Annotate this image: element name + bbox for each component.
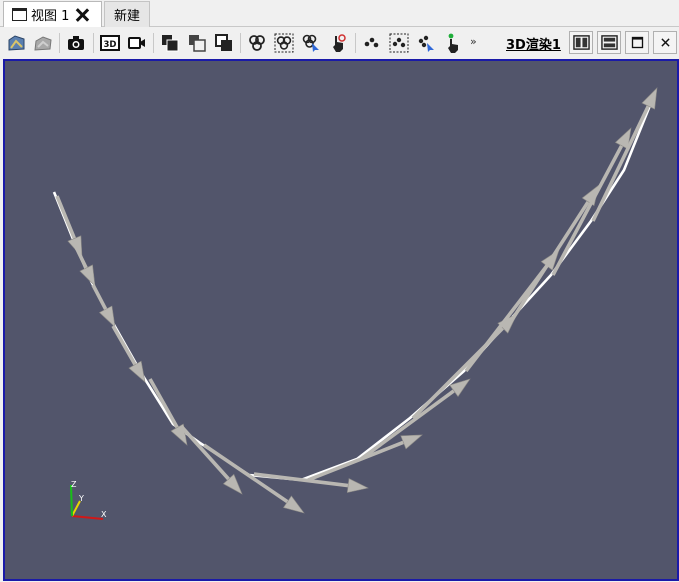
- toggle-3d-button[interactable]: 3D: [98, 31, 122, 55]
- 3d-toggle-icon: 3D: [100, 35, 120, 51]
- split-vertical-button[interactable]: [597, 31, 621, 54]
- select-cells-on-button[interactable]: [245, 31, 269, 55]
- view-name-label[interactable]: 3D渲染1: [506, 34, 561, 53]
- select-cells-polygon-icon: [302, 34, 319, 52]
- glyph-arrow: [411, 313, 518, 420]
- y-axis-line: [71, 500, 81, 517]
- select-cells-frustum-button[interactable]: [272, 31, 296, 55]
- y-axis-label: Y: [78, 494, 84, 503]
- glyph-arrow: [73, 244, 96, 287]
- glyph-arrow: [148, 378, 188, 446]
- view-tab-bar: 视图 1 新建: [0, 0, 679, 27]
- glyph-arrow: [91, 284, 116, 328]
- video-camera-icon: [128, 37, 145, 49]
- window-icon: [12, 8, 27, 21]
- glyph-arrow: [551, 127, 632, 276]
- reset-camera-icon: [8, 35, 25, 51]
- reset-camera-button[interactable]: [5, 31, 29, 55]
- split-vertical-icon: [600, 35, 618, 50]
- glyph-arrow: [508, 184, 600, 324]
- tab-new-label: 新建: [113, 9, 140, 24]
- select-points-frustum-button[interactable]: [387, 31, 411, 55]
- select-cells-frustum-icon: [274, 33, 294, 53]
- select-cells-icon: [249, 35, 265, 51]
- hand-point-icon: [448, 33, 458, 53]
- tab-new[interactable]: 新建: [104, 1, 150, 27]
- redo-camera-button[interactable]: [31, 31, 55, 55]
- render-view-3d[interactable]: X Y Z: [3, 59, 679, 581]
- screenshot-button[interactable]: [64, 31, 88, 55]
- overlap-squares-icon: [162, 35, 179, 52]
- orientation-axes: X Y Z: [70, 480, 107, 520]
- select-cells-polygon-button[interactable]: [299, 31, 323, 55]
- hand-pointer-icon: [333, 34, 346, 52]
- camera-icon: [68, 36, 84, 50]
- maximize-icon: [631, 36, 643, 49]
- close-tab-icon[interactable]: [75, 8, 89, 22]
- streamline-curve: [52, 92, 657, 482]
- select-points-polygon-icon: [418, 35, 434, 52]
- split-horizontal-icon: [572, 35, 590, 50]
- paraview-view-frame: 视图 1 新建 3D » 3D渲染1 X Y Z: [0, 0, 679, 582]
- select-points-on-button[interactable]: [360, 31, 384, 55]
- svg-text:3D: 3D: [104, 40, 117, 50]
- view-toolbar: 3D » 3D渲染1: [0, 28, 679, 58]
- x-axis-line: [71, 515, 104, 520]
- close-icon: [660, 38, 670, 47]
- hide-selection-button[interactable]: [212, 31, 236, 55]
- tab-view-1-label: 视图 1: [31, 9, 70, 24]
- redo-camera-icon: [34, 36, 52, 51]
- maximize-button[interactable]: [625, 31, 649, 54]
- render-scene: X Y Z: [52, 87, 658, 520]
- glyph-arrow: [179, 424, 243, 495]
- hover-cells-button[interactable]: [326, 31, 350, 55]
- show-selection-button[interactable]: [158, 31, 182, 55]
- interactive-select-button[interactable]: [185, 31, 209, 55]
- toolbar-overflow-icon[interactable]: »: [470, 35, 477, 48]
- tab-view-1[interactable]: 视图 1: [3, 1, 102, 27]
- hover-points-button[interactable]: [441, 31, 465, 55]
- z-axis-line: [70, 484, 73, 517]
- glyph-arrow: [591, 87, 658, 222]
- glyph-arrow: [359, 378, 471, 461]
- z-axis-label: Z: [71, 480, 77, 489]
- glyph-arrows: [52, 87, 658, 514]
- select-points-polygon-button[interactable]: [414, 31, 438, 55]
- split-horizontal-button[interactable]: [569, 31, 593, 54]
- overlap-squares-dark-icon: [215, 34, 232, 51]
- select-points-frustum-icon: [389, 33, 409, 53]
- close-view-button[interactable]: [653, 31, 677, 54]
- overlap-squares-outline-icon: [189, 35, 206, 52]
- x-axis-label: X: [101, 510, 107, 519]
- glyph-arrow: [111, 325, 146, 383]
- select-points-icon: [364, 37, 379, 48]
- record-button[interactable]: [125, 31, 149, 55]
